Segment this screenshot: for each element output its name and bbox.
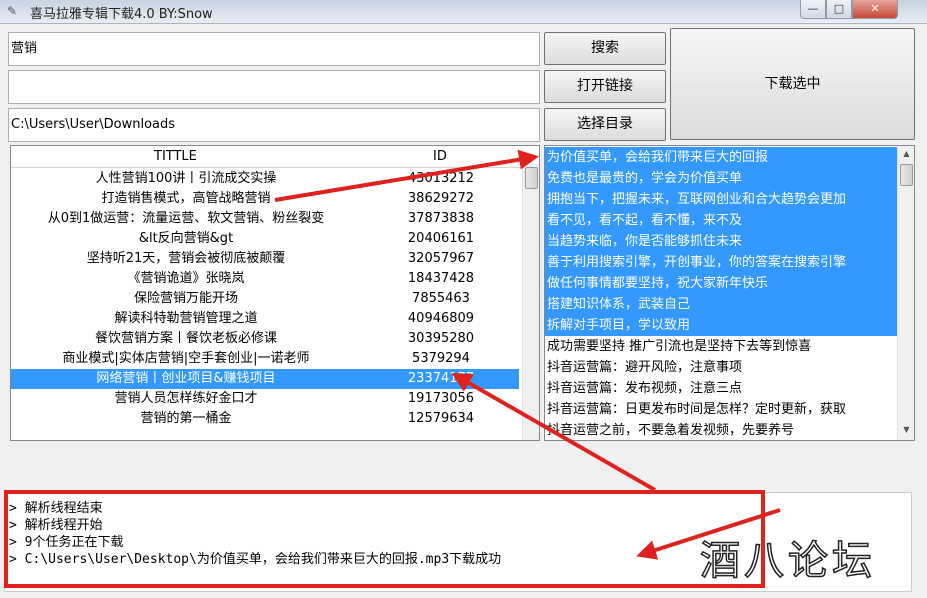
- annotation-arrows: [274, 149, 781, 560]
- arrow-album-to-tracks: [274, 149, 539, 202]
- arrow-log-to-album: [451, 373, 656, 492]
- watermark: 酒八论坛: [699, 537, 876, 585]
